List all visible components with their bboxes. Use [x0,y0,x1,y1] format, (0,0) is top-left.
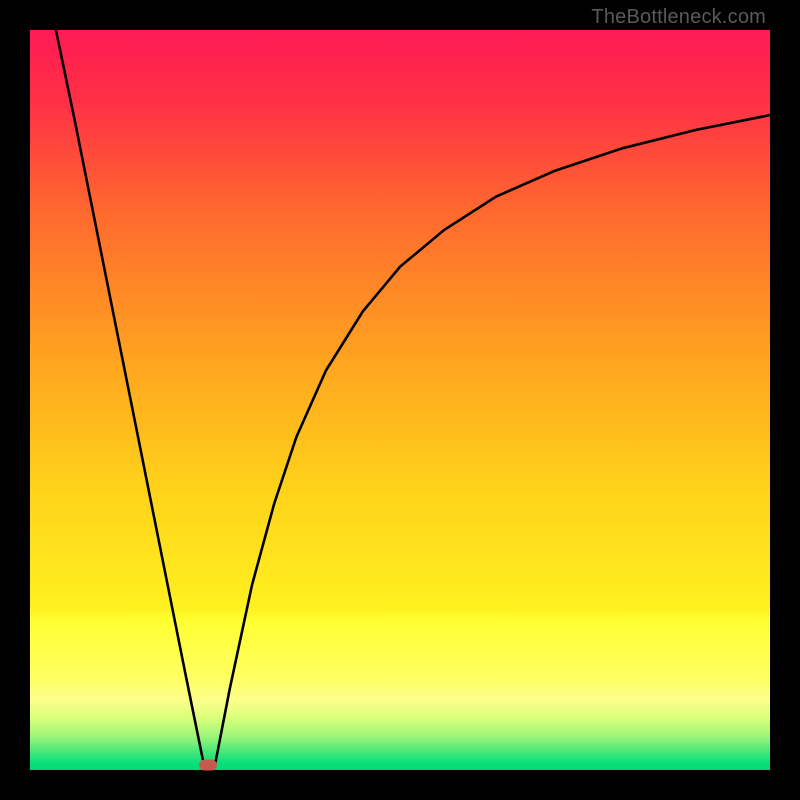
curve-right-branch [215,115,770,765]
chart-plot-area [30,30,770,770]
optimum-marker [199,759,217,770]
bottleneck-curve [30,30,770,770]
watermark-text: TheBottleneck.com [591,6,766,29]
curve-left-branch [56,30,204,765]
